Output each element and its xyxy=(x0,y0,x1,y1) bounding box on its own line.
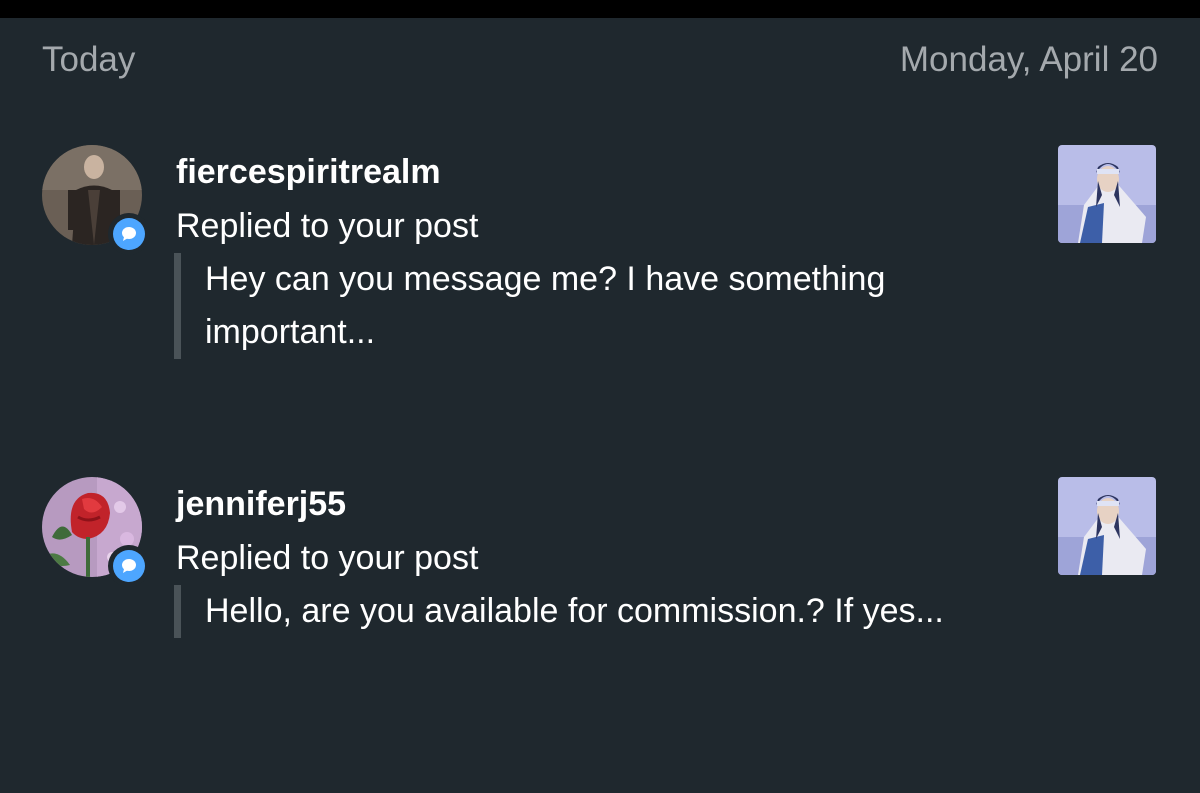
activity-screen: Today Monday, April 20 fiercespiritrealm… xyxy=(0,18,1200,793)
avatar[interactable] xyxy=(42,145,150,255)
reply-bubble-icon xyxy=(122,559,136,573)
post-thumbnail[interactable] xyxy=(1058,477,1156,575)
reply-badge xyxy=(108,213,150,255)
date-header-date: Monday, April 20 xyxy=(899,40,1158,79)
date-header: Today Monday, April 20 xyxy=(42,40,1158,80)
date-header-today: Today xyxy=(42,40,136,79)
reply-excerpt: Hey can you message me? I have something… xyxy=(174,253,995,359)
avatar[interactable] xyxy=(42,477,150,587)
notification-action: Replied to your post xyxy=(176,539,479,577)
status-bar-strip xyxy=(0,0,1200,18)
reply-bubble-icon xyxy=(122,227,136,241)
notification-username[interactable]: jenniferj55 xyxy=(176,485,346,524)
notification-action: Replied to your post xyxy=(176,207,479,245)
reply-excerpt: Hello, are you available for commission.… xyxy=(174,585,965,638)
notification-username[interactable]: fiercespiritrealm xyxy=(176,153,441,192)
reply-badge xyxy=(108,545,150,587)
post-thumbnail[interactable] xyxy=(1058,145,1156,243)
